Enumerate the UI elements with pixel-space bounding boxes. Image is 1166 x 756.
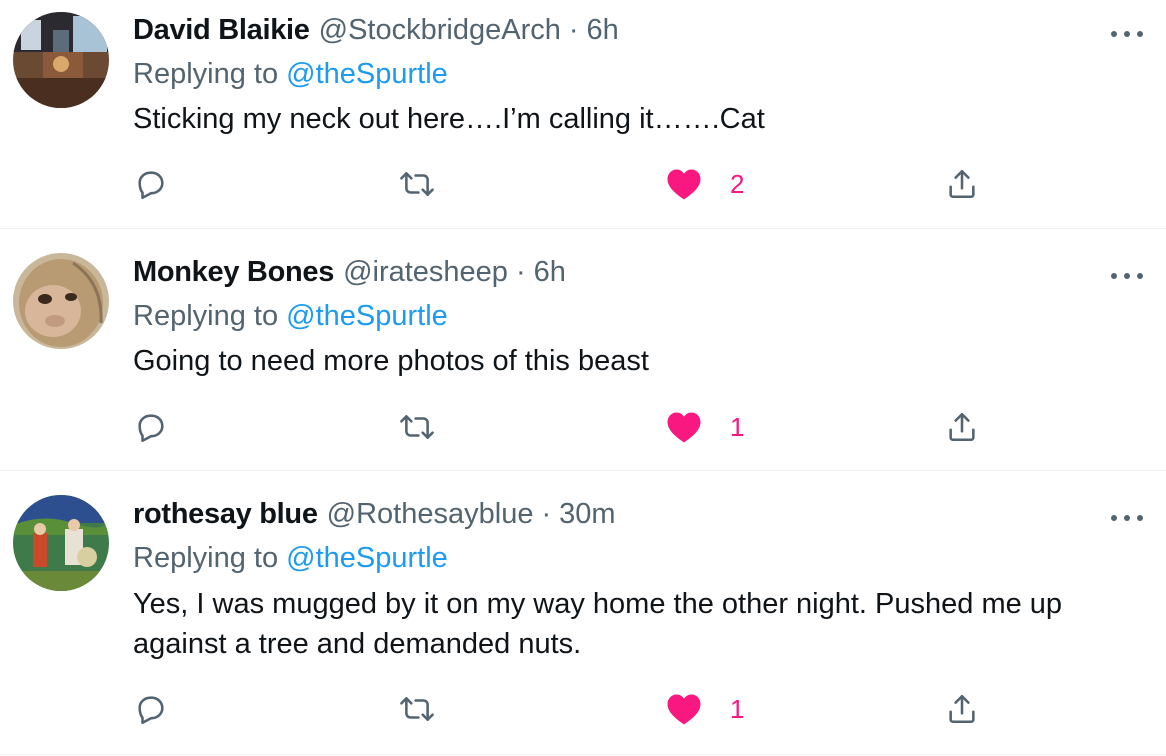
reply-icon <box>138 414 164 443</box>
share-icon <box>949 694 975 724</box>
separator-dot: · <box>568 14 579 46</box>
share-icon <box>949 412 975 442</box>
more-options-icon[interactable] <box>1111 508 1143 528</box>
like-count: 2 <box>730 168 745 199</box>
retweet-button[interactable] <box>398 407 436 447</box>
reply-icon <box>138 171 164 200</box>
user-handle[interactable]: @StockbridgeArch <box>319 14 561 47</box>
reply-button[interactable] <box>134 689 168 729</box>
replying-to: Replying to @theSpurtle <box>133 542 448 575</box>
timestamp[interactable]: 30m <box>559 498 615 531</box>
avatar[interactable] <box>13 253 109 349</box>
like-button[interactable]: 1 <box>666 689 744 729</box>
divider <box>0 754 1166 755</box>
more-options-icon[interactable] <box>1111 24 1143 44</box>
mention-link[interactable]: @theSpurtle <box>286 542 448 574</box>
tweet-text: Yes, I was mugged by it on my way home t… <box>133 588 1063 660</box>
like-count: 1 <box>730 411 745 442</box>
monkey-face-avatar <box>13 253 109 349</box>
tweet-3[interactable]: rothesay blue @Rothesayblue · 30m Replyi… <box>0 471 1166 756</box>
like-count: 1 <box>730 693 745 724</box>
replying-to: Replying to @theSpurtle <box>133 300 448 333</box>
reply-button[interactable] <box>134 164 168 204</box>
tweet-header: Monkey Bones @iratesheep · 6h <box>133 256 566 292</box>
separator-dot: · <box>515 256 526 288</box>
timestamp[interactable]: 6h <box>587 14 619 47</box>
replying-to: Replying to @theSpurtle <box>133 58 448 91</box>
tweet-header: rothesay blue @Rothesayblue · 30m <box>133 498 616 534</box>
like-button[interactable]: 2 <box>666 164 744 204</box>
user-handle[interactable]: @Rothesayblue <box>327 498 534 531</box>
retweet-button[interactable] <box>398 164 436 204</box>
share-button[interactable] <box>945 689 979 729</box>
tweet-actions: 2 <box>0 164 1166 204</box>
replying-prefix: Replying to <box>133 542 279 574</box>
share-button[interactable] <box>945 407 979 447</box>
tweet-2[interactable]: Monkey Bones @iratesheep · 6h Replying t… <box>0 229 1166 470</box>
heart-filled-icon <box>667 412 701 443</box>
reply-button[interactable] <box>134 407 168 447</box>
tweet-header: David Blaikie @StockbridgeArch · 6h <box>133 14 619 50</box>
more-options-icon[interactable] <box>1111 266 1143 286</box>
retweet-icon <box>400 697 434 721</box>
retweet-button[interactable] <box>398 689 436 729</box>
interior-photo-avatar <box>13 12 109 108</box>
avatar[interactable] <box>13 12 109 108</box>
tweet-text: Sticking my neck out here….I’m calling i… <box>133 103 765 135</box>
tweet-actions: 1 <box>0 407 1166 447</box>
medieval-painting-avatar <box>13 495 109 591</box>
heart-filled-icon <box>667 169 701 200</box>
share-icon <box>949 169 975 199</box>
like-button[interactable]: 1 <box>666 407 744 447</box>
replying-prefix: Replying to <box>133 300 279 332</box>
tweet-text: Going to need more photos of this beast <box>133 345 649 377</box>
avatar[interactable] <box>13 495 109 591</box>
mention-link[interactable]: @theSpurtle <box>286 58 448 90</box>
share-button[interactable] <box>945 164 979 204</box>
user-handle[interactable]: @iratesheep <box>343 256 508 289</box>
display-name[interactable]: rothesay blue <box>133 498 318 531</box>
timestamp[interactable]: 6h <box>534 256 566 289</box>
retweet-icon <box>400 415 434 439</box>
mention-link[interactable]: @theSpurtle <box>286 300 448 332</box>
separator-dot: · <box>541 498 552 530</box>
replying-prefix: Replying to <box>133 58 279 90</box>
tweet-1[interactable]: David Blaikie @StockbridgeArch · 6h Repl… <box>0 0 1166 228</box>
display-name[interactable]: Monkey Bones <box>133 256 334 289</box>
tweet-actions: 1 <box>0 689 1166 729</box>
heart-filled-icon <box>667 694 701 725</box>
display-name[interactable]: David Blaikie <box>133 14 310 47</box>
reply-icon <box>138 696 164 725</box>
retweet-icon <box>400 172 434 196</box>
